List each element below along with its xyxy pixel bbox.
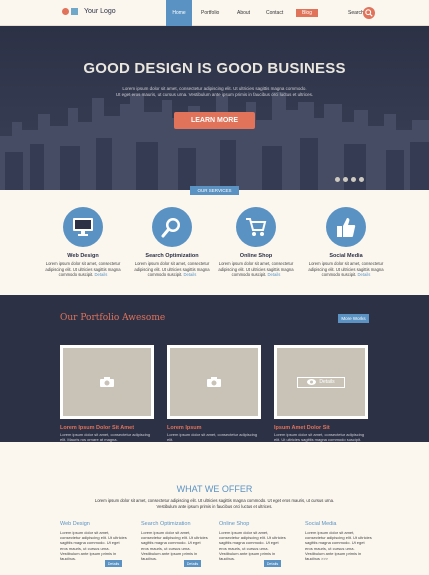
portfolio-details-button[interactable]: Details	[297, 376, 345, 388]
service-title: Search Optimization	[145, 253, 199, 259]
portfolio-item-title[interactable]: Lorem Ipsum Dolor Sit Amet	[60, 425, 134, 431]
service-icon-circle	[63, 207, 103, 247]
eye-icon	[307, 379, 317, 385]
portfolio-card[interactable]	[60, 345, 154, 419]
nav-home[interactable]: Home	[166, 0, 192, 26]
offer-details-button[interactable]: Details	[184, 560, 201, 567]
camera-icon	[100, 377, 114, 387]
service-details-link[interactable]: Details	[95, 272, 108, 277]
page: Your Logo Home Portfolio About Contact B…	[0, 0, 429, 575]
city-skyline	[0, 26, 429, 190]
offer-column-title: Web Design	[60, 521, 90, 527]
service-search-optimization: Search Optimization Lorem ipsum dolor si…	[134, 207, 210, 278]
offer-column-text: Lorem ipsum dolor sit amet, consectetur …	[219, 530, 286, 562]
slider-dot[interactable]	[335, 177, 340, 182]
service-icon-circle	[152, 207, 192, 247]
service-text: Lorem ipsum dolor sit amet, consectetur …	[45, 261, 121, 277]
nav-blog[interactable]: Blog	[296, 9, 318, 17]
offer-column-text: Lorem ipsum dolor sit amet, consectetur …	[60, 530, 127, 562]
service-text: Lorem ipsum dolor sit amet, consectetur …	[308, 261, 384, 277]
service-social-media: Social Media Lorem ipsum dolor sit amet,…	[308, 207, 384, 278]
portfolio-card[interactable]	[167, 345, 261, 419]
portfolio-image-placeholder: Details	[277, 348, 365, 416]
hero-text: Lorem ipsum dolor sit amet, consectetur …	[115, 86, 314, 97]
portfolio-title: Our Portfolio Awesome	[60, 313, 166, 323]
cart-icon	[246, 218, 267, 236]
portfolio-item-text: Lorem ipsum dolor sit amet, consectetur …	[167, 432, 258, 442]
service-online-shop: Online Shop Lorem ipsum dolor sit amet, …	[218, 207, 294, 278]
service-web-design: Web Design Lorem ipsum dolor sit amet, c…	[45, 207, 121, 278]
service-details-link[interactable]: Details	[268, 272, 281, 277]
monitor-icon	[73, 218, 93, 236]
service-details-link[interactable]: Details	[184, 272, 197, 277]
thumbs-up-icon	[337, 218, 356, 237]
offer-column-title: Online Shop	[219, 521, 250, 527]
offer-column: Online Shop Lorem ipsum dolor sit amet, …	[219, 521, 287, 561]
service-text: Lorem ipsum dolor sit amet, consectetur …	[134, 261, 210, 277]
service-icon-circle	[326, 207, 366, 247]
service-details-link[interactable]: Details	[358, 272, 371, 277]
search-button[interactable]	[363, 7, 375, 19]
offer-column-title: Search Optimization	[141, 521, 191, 527]
offer-details-button[interactable]: Details	[264, 560, 281, 567]
offer-text: Lorem ipsum dolor sit amet, consectetur …	[94, 498, 335, 509]
slider-dot[interactable]	[359, 177, 364, 182]
hero-banner: GOOD DESIGN IS GOOD BUSINESS Lorem ipsum…	[0, 26, 429, 190]
offer-title: WHAT WE OFFER	[176, 484, 253, 494]
search-label: Search	[348, 10, 364, 16]
service-title: Online Shop	[239, 253, 273, 259]
logo-text: Your Logo	[84, 8, 116, 15]
search-icon	[365, 9, 373, 17]
portfolio-card[interactable]: Details	[274, 345, 368, 419]
portfolio-item-title[interactable]: Lorem Ipsum	[167, 425, 202, 431]
offer-column-title: Social Media	[305, 521, 337, 527]
logo-square-icon	[71, 8, 78, 15]
nav-portfolio[interactable]: Portfolio	[201, 10, 219, 16]
portfolio-image-placeholder	[63, 348, 151, 416]
details-label: Details	[319, 379, 335, 385]
services-badge: OUR SERVICES	[190, 186, 239, 195]
slider-dot[interactable]	[343, 177, 348, 182]
nav-about[interactable]: About	[237, 10, 250, 16]
magnifier-icon	[161, 218, 180, 238]
camera-icon	[207, 377, 221, 387]
offer-details-button[interactable]: Details	[105, 560, 122, 567]
portfolio-section: Our Portfolio Awesome More Works Details…	[0, 295, 429, 442]
offer-column: Web Design Lorem ipsum dolor sit amet, c…	[60, 521, 128, 561]
service-title: Social Media	[329, 253, 363, 259]
site-header: Your Logo Home Portfolio About Contact B…	[0, 0, 429, 26]
learn-more-button[interactable]: LEARN MORE	[174, 112, 255, 129]
logo[interactable]: Your Logo	[62, 8, 116, 15]
offer-column: Search Optimization Lorem ipsum dolor si…	[141, 521, 209, 561]
offer-column-text: Lorem ipsum dolor sit amet, consectetur …	[141, 530, 208, 562]
service-text: Lorem ipsum dolor sit amet, consectetur …	[218, 261, 294, 277]
portfolio-item-text: Lorem ipsum dolor sit amet, consectetur …	[274, 432, 365, 442]
offer-column-text: Lorem ipsum dolor sit amet, consectetur …	[305, 530, 372, 562]
nav-contact[interactable]: Contact	[266, 10, 283, 16]
slider-dots	[335, 177, 364, 182]
slider-dot[interactable]	[351, 177, 356, 182]
portfolio-item-title[interactable]: Ipsum Amet Dolor Sit	[274, 425, 330, 431]
service-title: Web Design	[67, 253, 99, 259]
portfolio-image-placeholder	[170, 348, 258, 416]
more-works-button[interactable]: More Works	[338, 314, 369, 323]
service-icon-circle	[236, 207, 276, 247]
hero-title: GOOD DESIGN IS GOOD BUSINESS	[83, 60, 346, 77]
logo-circle-icon	[62, 8, 69, 15]
offer-column: Social Media Lorem ipsum dolor sit amet,…	[305, 521, 373, 561]
portfolio-item-text: Lorem ipsum dolor sit amet, consectetur …	[60, 432, 151, 442]
